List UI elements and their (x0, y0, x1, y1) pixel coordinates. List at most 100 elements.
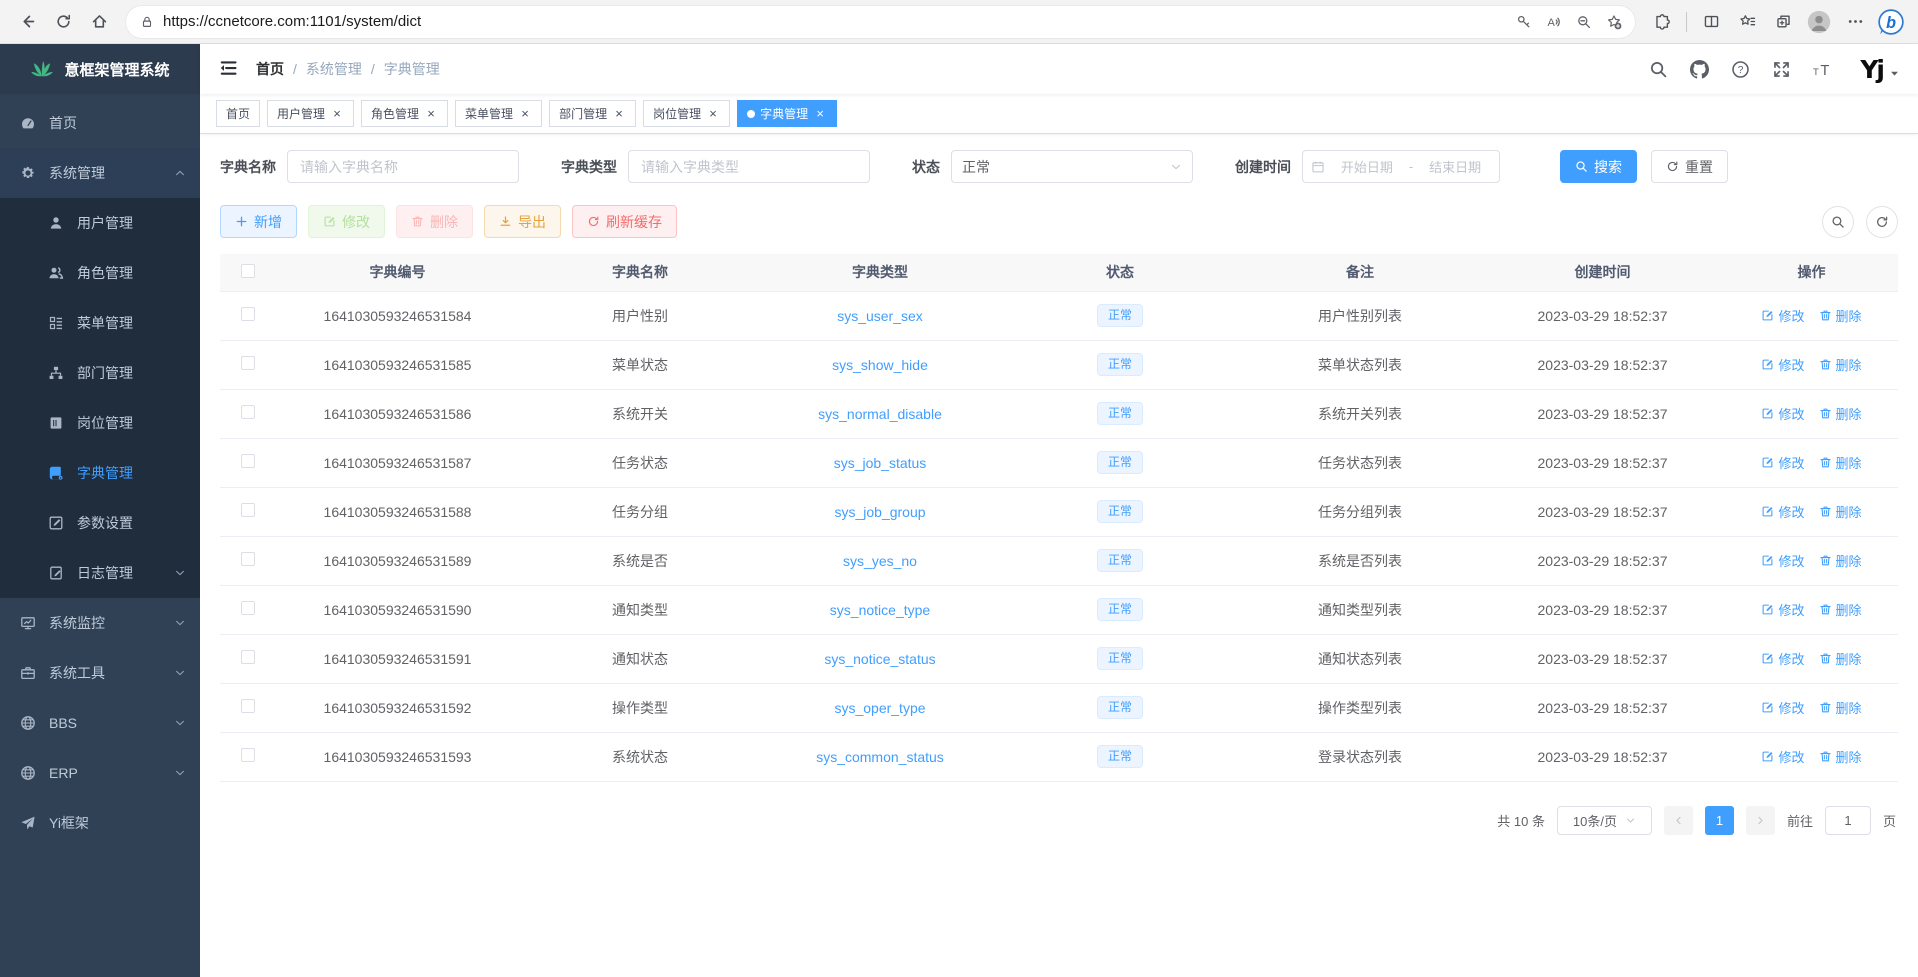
delete-row-button[interactable]: 删除 (1819, 649, 1862, 668)
address-bar[interactable]: https://ccnetcore.com:1101/system/dict A (126, 6, 1635, 38)
sidebar-item-系统管理[interactable]: 系统管理 (0, 148, 200, 198)
sidebar-fold-icon[interactable] (218, 58, 240, 80)
delete-row-button[interactable]: 删除 (1819, 600, 1862, 619)
delete-row-button[interactable]: 删除 (1819, 453, 1862, 472)
row-checkbox[interactable] (241, 454, 255, 468)
browser-reload-icon[interactable] (46, 5, 80, 39)
row-checkbox[interactable] (241, 601, 255, 615)
row-checkbox[interactable] (241, 699, 255, 713)
row-checkbox[interactable] (241, 356, 255, 370)
dict-type-link[interactable]: sys_oper_type (834, 700, 925, 716)
close-icon[interactable]: × (330, 107, 344, 121)
edit-row-button[interactable]: 修改 (1761, 747, 1804, 766)
edit-row-button[interactable]: 修改 (1761, 502, 1804, 521)
refresh-cache-button[interactable]: 刷新缓存 (572, 205, 677, 238)
font-size-icon[interactable]: TT (1813, 60, 1832, 79)
edit-row-button[interactable]: 修改 (1761, 355, 1804, 374)
toggle-search-button[interactable] (1822, 206, 1854, 238)
dict-type-link[interactable]: sys_job_status (834, 455, 927, 471)
prev-page-button[interactable] (1664, 806, 1693, 835)
sidebar-item-岗位管理[interactable]: 岗位管理 (0, 398, 200, 448)
close-icon[interactable]: × (813, 107, 827, 121)
edit-row-button[interactable]: 修改 (1761, 306, 1804, 325)
close-icon[interactable]: × (518, 107, 532, 121)
breadcrumb-home[interactable]: 首页 (256, 59, 284, 79)
dict-type-link[interactable]: sys_normal_disable (818, 406, 942, 422)
sidebar-item-用户管理[interactable]: 用户管理 (0, 198, 200, 248)
edit-row-button[interactable]: 修改 (1761, 600, 1804, 619)
dict-type-link[interactable]: sys_job_group (834, 504, 925, 520)
sidebar-item-部门管理[interactable]: 部门管理 (0, 348, 200, 398)
close-icon[interactable]: × (706, 107, 720, 121)
delete-row-button[interactable]: 删除 (1819, 747, 1862, 766)
row-checkbox[interactable] (241, 307, 255, 321)
dict-type-link[interactable]: sys_yes_no (843, 553, 917, 569)
delete-row-button[interactable]: 删除 (1819, 355, 1862, 374)
search-button[interactable]: 搜索 (1560, 150, 1637, 183)
add-favorite-star-icon[interactable] (1599, 8, 1629, 36)
dict-type-link[interactable]: sys_show_hide (832, 357, 928, 373)
delete-row-button[interactable]: 删除 (1819, 502, 1862, 521)
browser-profile-avatar[interactable] (1802, 5, 1836, 39)
dict-type-input[interactable] (628, 150, 870, 183)
sidebar-item-角色管理[interactable]: 角色管理 (0, 248, 200, 298)
sidebar-item-参数设置[interactable]: 参数设置 (0, 498, 200, 548)
close-icon[interactable]: × (612, 107, 626, 121)
edit-row-button[interactable]: 修改 (1761, 404, 1804, 423)
sidebar-item-Yi框架[interactable]: Yi框架 (0, 798, 200, 848)
user-avatar-menu[interactable]: Yj (1860, 57, 1900, 82)
fullscreen-icon[interactable] (1772, 60, 1791, 79)
dict-type-link[interactable]: sys_common_status (816, 749, 944, 765)
sidebar-item-ERP[interactable]: ERP (0, 748, 200, 798)
dict-type-link[interactable]: sys_notice_status (824, 651, 935, 667)
extensions-icon[interactable] (1645, 5, 1679, 39)
row-checkbox[interactable] (241, 503, 255, 517)
edit-button[interactable]: 修改 (308, 205, 385, 238)
tab-岗位管理[interactable]: 岗位管理× (643, 100, 730, 127)
sidebar-item-BBS[interactable]: BBS (0, 698, 200, 748)
dict-type-link[interactable]: sys_notice_type (830, 602, 930, 618)
delete-row-button[interactable]: 删除 (1819, 698, 1862, 717)
url-text[interactable]: https://ccnetcore.com:1101/system/dict (163, 13, 1509, 30)
delete-row-button[interactable]: 删除 (1819, 306, 1862, 325)
breadcrumb-system[interactable]: 系统管理 (306, 59, 362, 79)
browser-more-icon[interactable] (1838, 5, 1872, 39)
sidebar-item-系统监控[interactable]: 系统监控 (0, 598, 200, 648)
browser-back-icon[interactable] (10, 5, 44, 39)
row-checkbox[interactable] (241, 552, 255, 566)
tab-首页[interactable]: 首页 (216, 100, 260, 127)
tab-字典管理[interactable]: 字典管理× (737, 100, 837, 127)
goto-page-input[interactable] (1825, 806, 1871, 835)
delete-row-button[interactable]: 删除 (1819, 404, 1862, 423)
page-size-select[interactable]: 10条/页 (1557, 806, 1652, 835)
date-range-picker[interactable]: 开始日期 - 结束日期 (1302, 150, 1500, 183)
add-button[interactable]: 新增 (220, 205, 297, 238)
tab-角色管理[interactable]: 角色管理× (361, 100, 448, 127)
sidebar-item-系统工具[interactable]: 系统工具 (0, 648, 200, 698)
header-search-icon[interactable] (1649, 60, 1668, 79)
favorites-bar-icon[interactable] (1730, 5, 1764, 39)
help-icon[interactable]: ? (1731, 60, 1750, 79)
row-checkbox[interactable] (241, 650, 255, 664)
edit-row-button[interactable]: 修改 (1761, 698, 1804, 717)
browser-home-icon[interactable] (82, 5, 116, 39)
edit-row-button[interactable]: 修改 (1761, 649, 1804, 668)
split-screen-icon[interactable] (1694, 5, 1728, 39)
tab-用户管理[interactable]: 用户管理× (267, 100, 354, 127)
edit-row-button[interactable]: 修改 (1761, 453, 1804, 472)
reset-button[interactable]: 重置 (1651, 150, 1728, 183)
select-all-checkbox[interactable] (241, 264, 255, 278)
dict-type-link[interactable]: sys_user_sex (837, 308, 923, 324)
row-checkbox[interactable] (241, 748, 255, 762)
sidebar-item-菜单管理[interactable]: 菜单管理 (0, 298, 200, 348)
close-icon[interactable]: × (424, 107, 438, 121)
dict-name-input[interactable] (287, 150, 519, 183)
export-button[interactable]: 导出 (484, 205, 561, 238)
sidebar-item-首页[interactable]: 首页 (0, 98, 200, 148)
read-aloud-icon[interactable]: A (1539, 8, 1569, 36)
password-key-icon[interactable] (1509, 8, 1539, 36)
row-checkbox[interactable] (241, 405, 255, 419)
tab-部门管理[interactable]: 部门管理× (549, 100, 636, 127)
github-icon[interactable] (1690, 60, 1709, 79)
page-1-button[interactable]: 1 (1705, 806, 1734, 835)
